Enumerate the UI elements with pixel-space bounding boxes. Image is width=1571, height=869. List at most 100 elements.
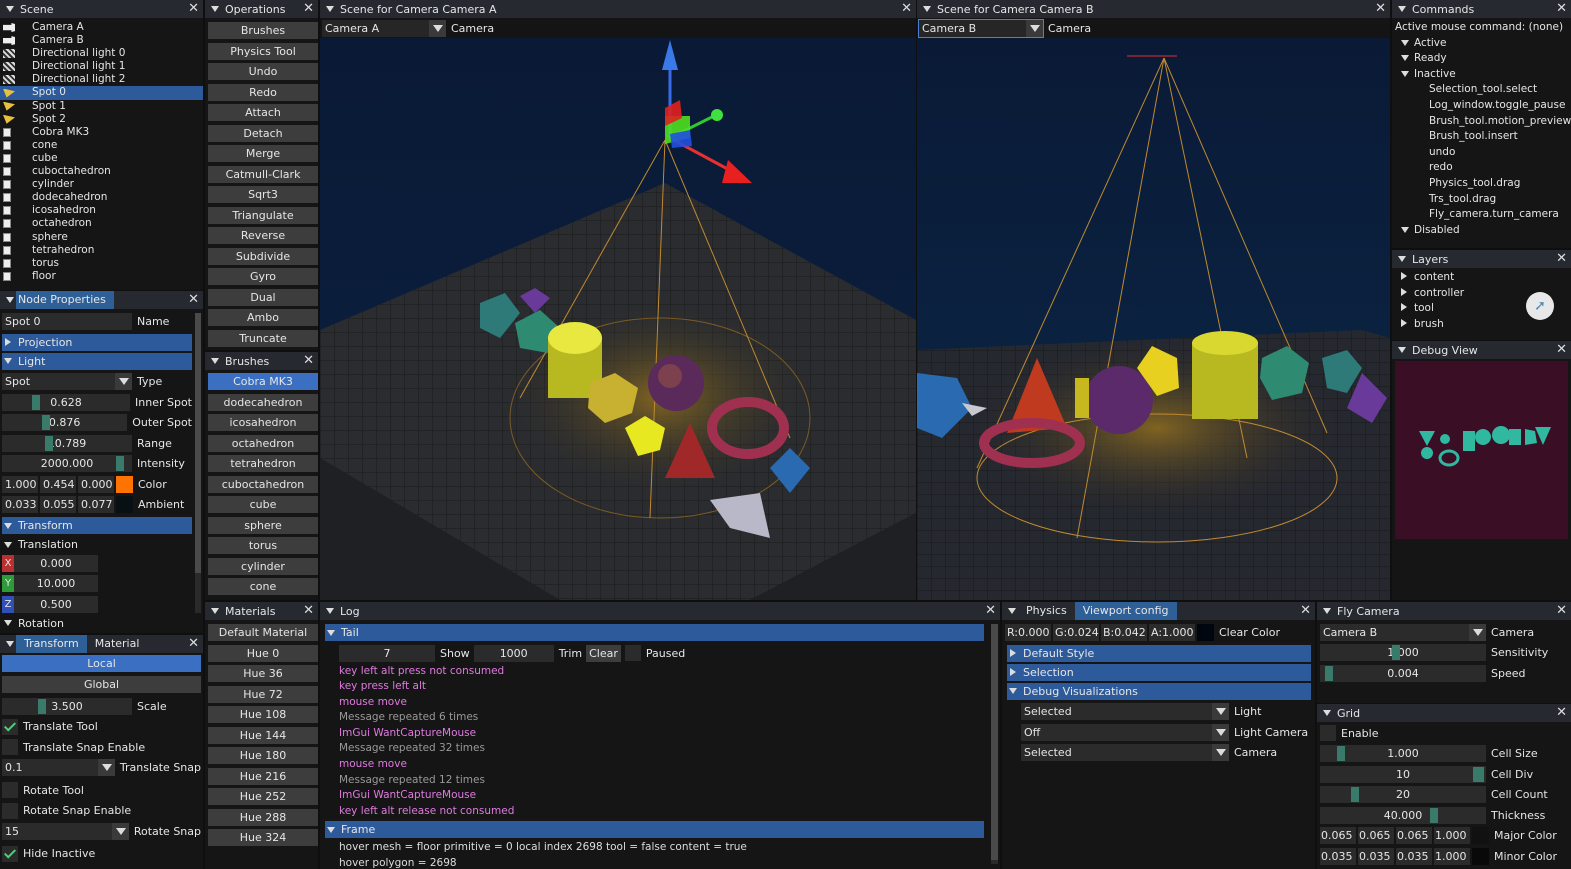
tab-transform[interactable]: Transform: [16, 635, 87, 653]
scrollbar[interactable]: [195, 313, 201, 613]
scene-item[interactable]: Directional light 0: [0, 47, 203, 60]
viewport-a-title-bar[interactable]: Scene for Camera Camera A ✕: [320, 0, 916, 18]
brush-button[interactable]: tetrahedron: [208, 455, 318, 472]
rotate-tool-checkbox[interactable]: [2, 782, 18, 799]
command-item[interactable]: Brush_tool.insert: [1429, 129, 1568, 145]
operation-button[interactable]: Detach: [208, 124, 318, 142]
grid-title-bar[interactable]: Grid ✕: [1317, 704, 1571, 722]
close-icon[interactable]: ✕: [188, 636, 199, 651]
viewport-a-canvas[interactable]: [320, 38, 916, 600]
command-item[interactable]: undo: [1429, 145, 1568, 161]
translate-snap-enable-checkbox[interactable]: [2, 739, 18, 756]
scene-item[interactable]: dodecahedron: [0, 191, 203, 204]
commands-ready-node[interactable]: Ready: [1395, 51, 1568, 67]
brushes-title-bar[interactable]: Brushes ✕: [205, 352, 318, 370]
minor-color-a[interactable]: 1.000: [1434, 847, 1470, 865]
operation-button[interactable]: Sqrt3: [208, 186, 318, 203]
brush-button[interactable]: sphere: [208, 516, 318, 534]
scene-item[interactable]: Directional light 2: [0, 73, 203, 86]
command-item[interactable]: Selection_tool.select: [1429, 82, 1568, 98]
operations-title-bar[interactable]: Operations ✕: [205, 0, 318, 18]
minor-color-swatch[interactable]: [1472, 847, 1489, 865]
light-camera-visualization-select[interactable]: Off: [1021, 723, 1229, 741]
ambient-b-field[interactable]: 0.077: [78, 496, 114, 514]
debug-view-title-bar[interactable]: Debug View ✕: [1392, 341, 1571, 359]
scene-item[interactable]: cylinder: [0, 178, 203, 191]
translation-tree-node[interactable]: Translation: [0, 536, 194, 553]
scene-item[interactable]: icosahedron: [0, 204, 203, 217]
color-b-field[interactable]: 0.000: [78, 475, 114, 493]
rotate-snap-enable-checkbox[interactable]: [2, 802, 18, 819]
viewport-b-camera-select[interactable]: Camera B: [918, 18, 1044, 38]
cell-size-slider[interactable]: 1.000: [1320, 745, 1486, 763]
projection-header[interactable]: Projection: [2, 333, 192, 351]
range-slider[interactable]: 10.789: [2, 434, 132, 452]
material-button[interactable]: Hue 288: [208, 808, 318, 826]
name-field[interactable]: Spot 0: [2, 312, 132, 330]
default-style-header[interactable]: Default Style: [1007, 644, 1311, 662]
tab-viewport-config[interactable]: Viewport config: [1074, 602, 1177, 620]
scene-item[interactable]: Spot 0: [0, 86, 203, 100]
brush-button[interactable]: cone: [208, 578, 318, 595]
scene-item[interactable]: floor: [0, 270, 203, 283]
major-color-r[interactable]: 0.065: [1320, 827, 1356, 845]
log-scrollbar-thumb[interactable]: [991, 624, 998, 860]
transform-title-bar[interactable]: Transform Material ✕: [0, 635, 203, 653]
brush-button[interactable]: cube: [208, 496, 318, 513]
minor-color-g[interactable]: 0.035: [1358, 847, 1394, 865]
major-color-g[interactable]: 0.065: [1358, 827, 1394, 845]
major-color-a[interactable]: 1.000: [1434, 827, 1470, 845]
material-button[interactable]: Hue 252: [208, 788, 318, 805]
viewport-b-canvas[interactable]: [917, 38, 1390, 600]
commands-active-node[interactable]: Active: [1395, 36, 1568, 52]
slider-grab[interactable]: [1325, 665, 1333, 681]
camera-visualization-select[interactable]: Selected: [1021, 744, 1229, 762]
ambient-swatch[interactable]: [116, 496, 133, 514]
translation-x-field[interactable]: 0.000: [14, 554, 98, 572]
scene-item[interactable]: octahedron: [0, 217, 203, 230]
tail-value-field[interactable]: 7: [339, 644, 435, 662]
viewport-config-title-bar[interactable]: Physics Viewport config ✕: [1002, 602, 1315, 620]
frame-header[interactable]: Frame: [325, 821, 984, 839]
material-button[interactable]: Hue 108: [208, 706, 318, 723]
rotation-tree-node[interactable]: Rotation: [0, 615, 194, 632]
slider-grab[interactable]: [32, 394, 40, 410]
operation-button[interactable]: Gyro: [208, 268, 318, 285]
layers-title-bar[interactable]: Layers ✕: [1392, 250, 1571, 268]
paused-checkbox[interactable]: [624, 645, 641, 662]
minor-color-b[interactable]: 0.035: [1396, 847, 1432, 865]
tab-physics[interactable]: Physics: [1018, 602, 1075, 620]
command-item[interactable]: Log_window.toggle_pause: [1429, 98, 1568, 114]
operation-button[interactable]: Triangulate: [208, 206, 318, 224]
material-button[interactable]: Hue 0: [208, 644, 318, 662]
operation-button[interactable]: Attach: [208, 104, 318, 121]
grid-enable-checkbox[interactable]: [1320, 725, 1336, 742]
slider-grab[interactable]: [1392, 645, 1400, 661]
selection-header[interactable]: Selection: [1007, 663, 1311, 681]
brush-button[interactable]: dodecahedron: [208, 393, 318, 411]
scene-item[interactable]: torus: [0, 257, 203, 270]
light-header[interactable]: Light: [2, 352, 192, 370]
color-swatch[interactable]: [116, 475, 133, 493]
material-button[interactable]: Hue 36: [208, 665, 318, 682]
viewport-b-title-bar[interactable]: Scene for Camera Camera B ✕: [917, 0, 1390, 18]
operation-button[interactable]: Brushes: [208, 22, 318, 39]
material-button[interactable]: Default Material: [208, 624, 318, 641]
brush-button[interactable]: torus: [208, 537, 318, 554]
brush-button[interactable]: Cobra MK3: [208, 373, 318, 390]
materials-title-bar[interactable]: Materials ✕: [205, 602, 318, 620]
ambient-r-field[interactable]: 0.033: [2, 496, 38, 514]
global-button[interactable]: Global: [2, 675, 201, 693]
close-icon[interactable]: ✕: [188, 1, 199, 16]
slider-grab[interactable]: [1430, 807, 1438, 823]
hide-inactive-checkbox[interactable]: [2, 845, 18, 862]
material-button[interactable]: Hue 72: [208, 685, 318, 703]
close-icon[interactable]: ✕: [985, 603, 996, 618]
close-icon[interactable]: ✕: [1556, 705, 1567, 720]
material-button[interactable]: Hue 324: [208, 829, 318, 846]
scene-item[interactable]: Spot 1: [0, 100, 203, 113]
close-icon[interactable]: ✕: [901, 1, 912, 16]
clear-color-r-field[interactable]: R:0.000: [1005, 623, 1051, 641]
operation-button[interactable]: Dual: [208, 288, 318, 306]
viewport-a-camera-select[interactable]: Camera A: [322, 19, 446, 37]
